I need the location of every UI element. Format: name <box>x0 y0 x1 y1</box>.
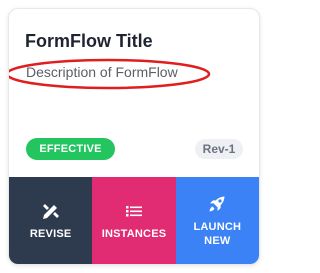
pencil-ruler-icon <box>42 203 59 219</box>
instances-button[interactable]: INSTANCES <box>92 177 176 264</box>
list-icon <box>125 205 142 216</box>
card-description: Description of FormFlow <box>26 64 178 80</box>
card-actions: REVISE INSTANCES LAUNCH NEW <box>9 177 259 264</box>
formflow-card: FormFlow Title Description of FormFlow E… <box>8 8 260 265</box>
card-title: FormFlow Title <box>25 31 153 51</box>
revise-label: REVISE <box>29 227 72 240</box>
revise-button[interactable]: REVISE <box>9 177 93 264</box>
rocket-icon <box>209 196 225 211</box>
instances-label: INSTANCES <box>101 227 167 240</box>
revision-badge: Rev-1 <box>195 139 243 159</box>
launch-new-button[interactable]: LAUNCH NEW <box>175 177 259 264</box>
status-badge: EFFECTIVE <box>26 138 115 160</box>
launch-new-label: LAUNCH NEW <box>193 220 242 247</box>
